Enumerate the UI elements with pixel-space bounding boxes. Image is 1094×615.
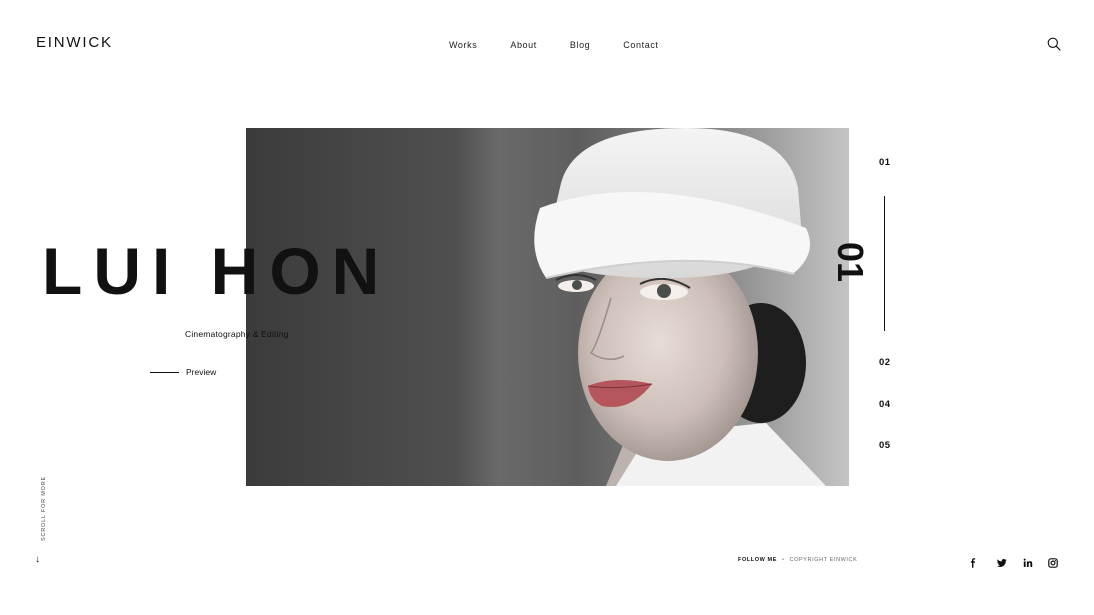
current-slide-number: 01: [830, 241, 871, 283]
slide-num-02[interactable]: 02: [879, 357, 891, 368]
facebook-icon[interactable]: [968, 555, 978, 568]
nav-works[interactable]: Works: [449, 40, 477, 51]
project-subtitle: Cinematography & Editing: [185, 329, 289, 339]
linkedin-icon[interactable]: [1023, 555, 1033, 567]
project-title: LUI HON: [42, 234, 391, 308]
preview-label: Preview: [186, 367, 217, 377]
preview-line: [150, 371, 179, 373]
copyright-text: COPYRIGHT EINWICK: [789, 557, 858, 563]
preview-link[interactable]: Preview: [150, 367, 216, 377]
nav-blog[interactable]: Blog: [570, 40, 590, 51]
nav-about[interactable]: About: [510, 40, 537, 51]
scroll-for-more-label: SCROLL FOR MORE: [41, 476, 47, 541]
slide-num-01[interactable]: 01: [879, 157, 891, 168]
main-nav: Works About Blog Contact: [449, 40, 692, 51]
page: EINWICK Works About Blog Contact LUI HON…: [0, 0, 1094, 615]
footer-separator: •: [782, 557, 785, 563]
instagram-icon[interactable]: [1048, 555, 1058, 568]
search-icon[interactable]: [1046, 36, 1062, 52]
slide-num-04[interactable]: 04: [879, 399, 891, 410]
scroll-down-arrow-icon[interactable]: ↓: [35, 554, 40, 565]
twitter-icon[interactable]: [996, 555, 1007, 567]
logo[interactable]: EINWICK: [36, 34, 113, 51]
slide-progress-line: [884, 196, 885, 331]
slide-num-05[interactable]: 05: [879, 440, 891, 451]
follow-me-label: FOLLOW ME: [738, 557, 778, 563]
footer-info: FOLLOW ME • COPYRIGHT EINWICK: [738, 557, 857, 563]
nav-contact[interactable]: Contact: [623, 40, 658, 51]
